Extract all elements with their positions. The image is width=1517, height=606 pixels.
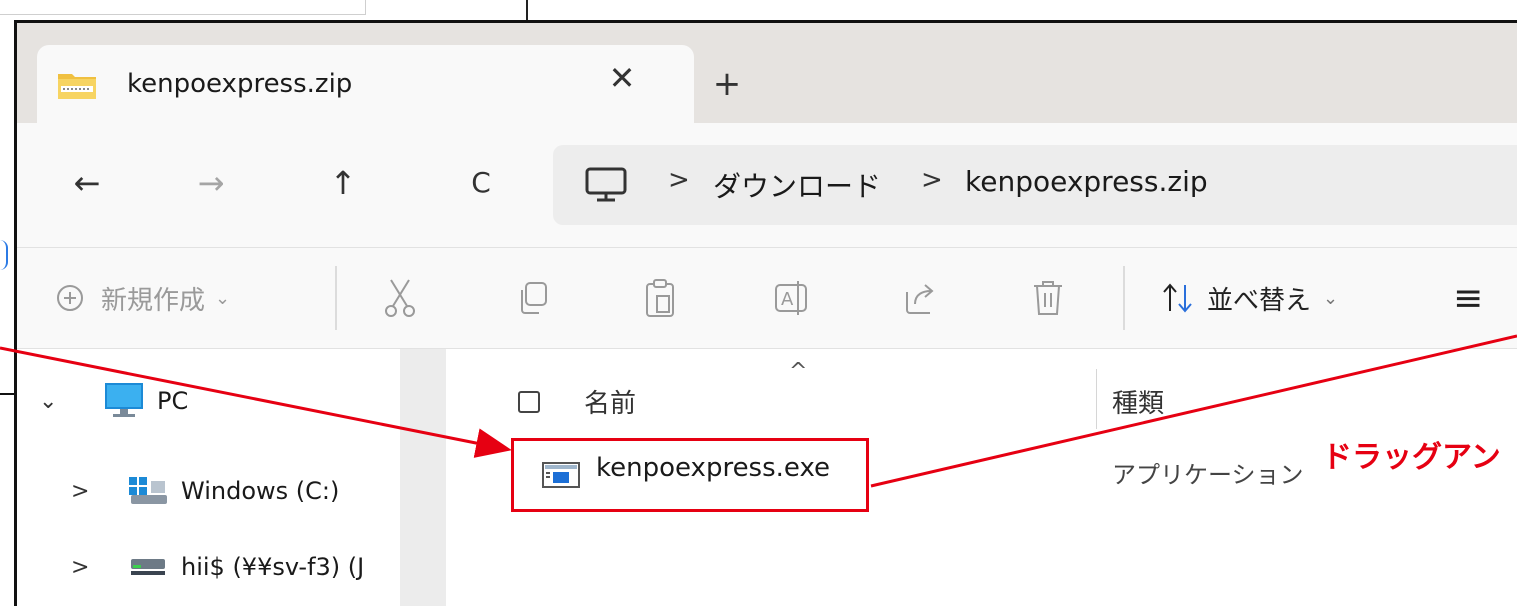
tab-strip: kenpoexpress.zip ✕ + (17, 23, 1517, 125)
view-button[interactable]: ≡ (1453, 276, 1483, 320)
up-button[interactable]: ↑ (321, 163, 365, 203)
rename-icon: A (775, 281, 807, 315)
forward-button[interactable]: → (189, 163, 233, 203)
column-header-type[interactable]: 種類 (1112, 383, 1164, 420)
nav-item-windows-c[interactable]: > Windows (C:) (17, 461, 400, 521)
breadcrumb-zip[interactable]: kenpoexpress.zip (965, 165, 1208, 198)
windows-drive-icon (129, 477, 167, 504)
new-button-label: 新規作成 (101, 285, 206, 316)
address-bar[interactable]: > ダウンロード > kenpoexpress.zip (553, 145, 1517, 225)
chevron-right-icon[interactable]: > (71, 555, 89, 580)
plus-circle-icon (57, 285, 83, 311)
paste-button[interactable] (643, 276, 677, 320)
command-toolbar: 新規作成 ⌄ A 並べ替え ⌄ ≡ (17, 248, 1517, 349)
breadcrumb-separator: > (921, 165, 943, 195)
tab-kenpoexpress-zip[interactable]: kenpoexpress.zip ✕ (37, 45, 694, 125)
new-button[interactable]: 新規作成 ⌄ (55, 276, 230, 320)
network-drive-icon (131, 559, 165, 575)
column-divider[interactable] (1096, 369, 1097, 429)
file-explorer-window: kenpoexpress.zip ✕ + ← → ↑ C > ダウンロード > … (14, 20, 1517, 606)
toolbar-divider (1123, 266, 1125, 330)
share-button[interactable] (903, 276, 939, 320)
sort-indicator-icon: ^ (789, 359, 808, 384)
nav-item-label: hii$ (¥¥sv-f3) (J (181, 553, 365, 581)
clipboard-icon (646, 279, 674, 317)
trash-icon (1034, 281, 1062, 315)
background-window-divider (526, 0, 528, 22)
copy-button[interactable] (515, 276, 549, 320)
nav-item-network-drive[interactable]: > hii$ (¥¥sv-f3) (J (17, 537, 400, 597)
breadcrumb-separator: > (668, 165, 690, 195)
copy-icon (521, 282, 547, 314)
new-tab-button[interactable]: + (707, 67, 747, 101)
sort-arrows-icon (1163, 283, 1192, 313)
background-window-edge (0, 0, 366, 15)
monitor-icon (105, 383, 143, 417)
refresh-button[interactable]: C (459, 163, 503, 203)
nav-item-label: PC (157, 387, 189, 415)
toolbar-divider (335, 266, 337, 330)
background-window-accent (0, 240, 8, 270)
nav-item-pc[interactable]: ⌄ PC (17, 371, 400, 431)
pane-splitter[interactable] (400, 349, 446, 606)
sort-button[interactable]: 並べ替え ⌄ (1161, 276, 1338, 320)
svg-text:A: A (781, 289, 794, 310)
select-all-checkbox[interactable] (518, 391, 540, 413)
scissors-icon (385, 279, 415, 317)
zip-folder-icon (58, 74, 96, 99)
highlight-box (511, 438, 869, 512)
sort-button-label: 並べ替え (1207, 285, 1312, 316)
navigation-bar: ← → ↑ C > ダウンロード > kenpoexpress.zip (17, 123, 1517, 248)
tab-title: kenpoexpress.zip (127, 69, 353, 99)
chevron-down-icon[interactable]: ⌄ (39, 389, 57, 414)
chevron-down-icon: ⌄ (215, 287, 231, 309)
file-type: アプリケーション (1112, 461, 1304, 489)
navigation-pane: ⌄ PC > Windows (C:) > hii$ (¥¥sv-f3) (J (17, 349, 400, 606)
cut-button[interactable] (383, 276, 417, 320)
column-header-name[interactable]: 名前 (584, 383, 636, 420)
chevron-down-icon: ⌄ (1323, 287, 1339, 309)
breadcrumb-downloads[interactable]: ダウンロード (713, 165, 881, 205)
delete-button[interactable] (1031, 276, 1065, 320)
back-button[interactable]: ← (65, 163, 109, 203)
drag-instruction-label: ドラッグアン (1322, 441, 1501, 474)
pc-monitor-icon (585, 167, 627, 202)
nav-item-label: Windows (C:) (181, 477, 340, 505)
chevron-right-icon[interactable]: > (71, 479, 89, 504)
rename-button[interactable]: A (773, 276, 813, 320)
tab-close-button[interactable]: ✕ (602, 59, 642, 97)
share-icon (906, 284, 934, 314)
